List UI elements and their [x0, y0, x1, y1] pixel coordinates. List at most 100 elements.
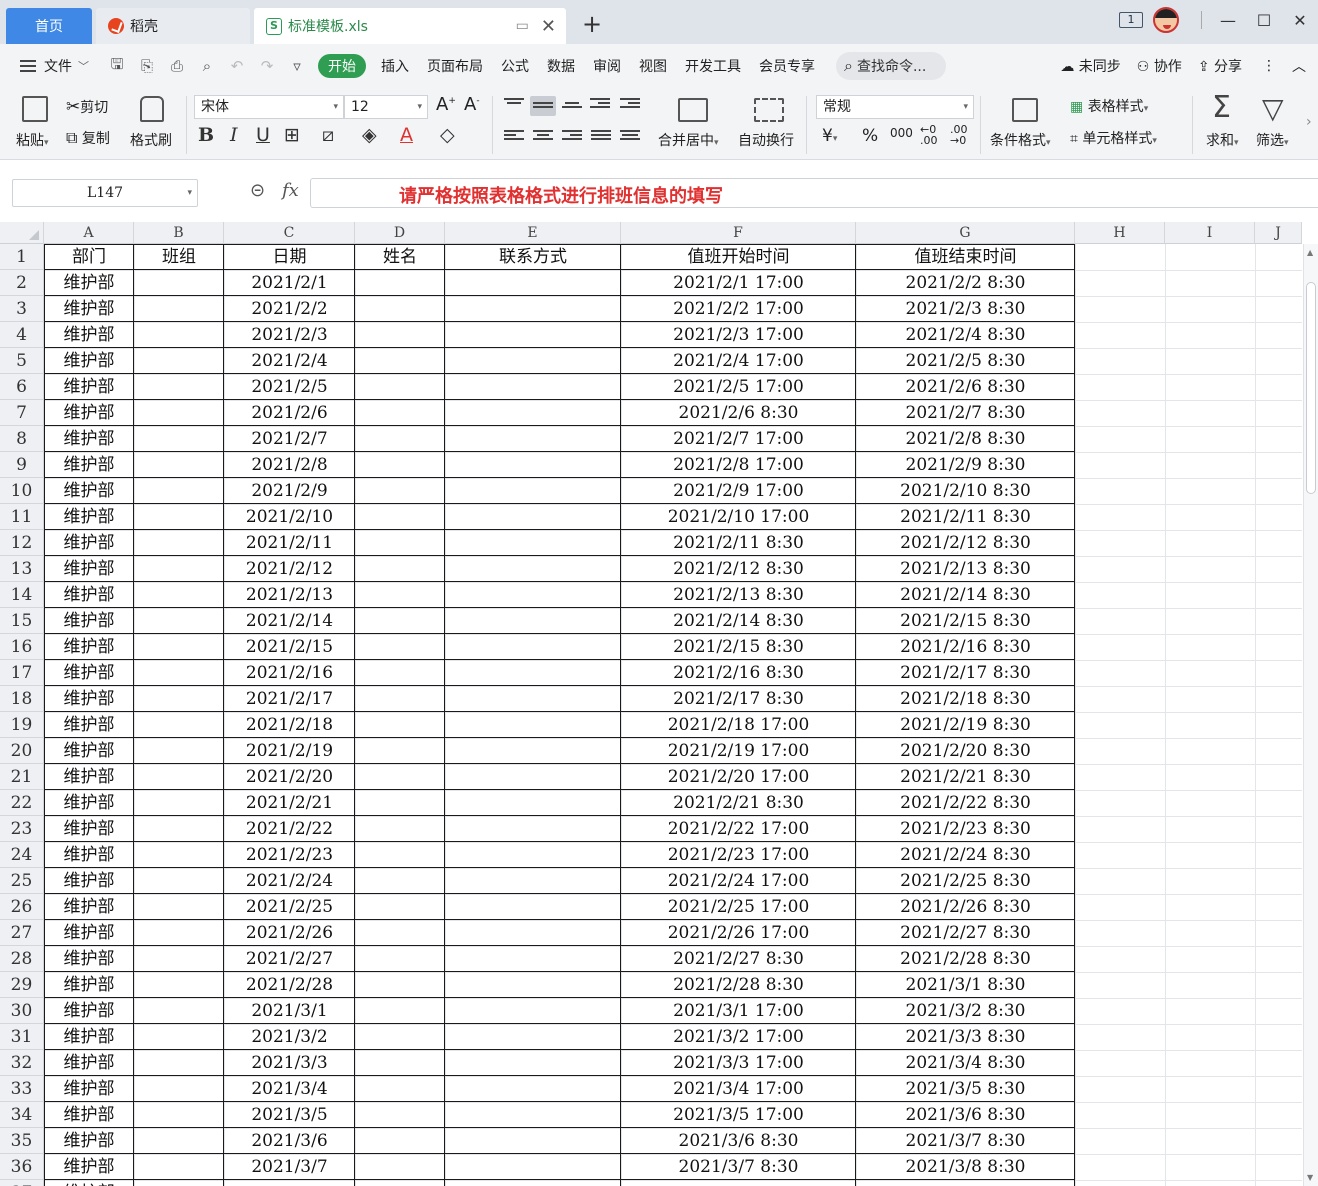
- cell-shift-start[interactable]: 2021/2/9 17:00: [621, 478, 856, 504]
- header-cell[interactable]: 部门: [44, 244, 134, 270]
- cell-shift-start[interactable]: 2021/2/16 8:30: [621, 660, 856, 686]
- decrease-decimal-icon[interactable]: .00 →0: [950, 124, 968, 146]
- cell-shift-end[interactable]: 2021/2/3 8:30: [856, 296, 1075, 322]
- cell-department[interactable]: 维护部: [44, 816, 134, 842]
- cell-shift-end[interactable]: 2021/3/8 8:30: [856, 1154, 1075, 1180]
- paste-icon[interactable]: [22, 96, 48, 122]
- scroll-up-icon[interactable]: ▲: [1307, 248, 1313, 257]
- cell-shift-start[interactable]: 2021/2/5 17:00: [621, 374, 856, 400]
- cell-shift-end[interactable]: 2021/2/5 8:30: [856, 348, 1075, 374]
- cell-department[interactable]: 维护部: [44, 686, 134, 712]
- percent-icon[interactable]: %: [862, 126, 878, 146]
- cell-shift-end[interactable]: 2021/2/27 8:30: [856, 920, 1075, 946]
- cell-department[interactable]: 维护部: [44, 894, 134, 920]
- row-header-37[interactable]: 37: [0, 1180, 44, 1186]
- vertical-scrollbar[interactable]: ▲ ▼: [1303, 244, 1318, 1186]
- cell-department[interactable]: 维护部: [44, 868, 134, 894]
- cell-shift-end[interactable]: 2021/2/18 8:30: [856, 686, 1075, 712]
- decrease-font-icon[interactable]: A-: [464, 94, 480, 115]
- cell-date[interactable]: 2021/2/3: [224, 322, 355, 348]
- cell-shift-start[interactable]: 2021/3/7 8:30: [621, 1154, 856, 1180]
- cell-date[interactable]: 2021/2/18: [224, 712, 355, 738]
- cell-date[interactable]: 2021/2/23: [224, 842, 355, 868]
- cell-shift-start[interactable]: 2021/2/8 17:00: [621, 452, 856, 478]
- command-search[interactable]: ⌕ 查找命令...: [836, 52, 946, 80]
- column-header-b[interactable]: B: [134, 222, 224, 244]
- cell-date[interactable]: 2021/3/5: [224, 1102, 355, 1128]
- format-painter-button[interactable]: 格式刷: [130, 130, 172, 150]
- row-header-9[interactable]: 9: [0, 452, 44, 478]
- cell-shift-start[interactable]: 2021/2/19 17:00: [621, 738, 856, 764]
- row-header-7[interactable]: 7: [0, 400, 44, 426]
- row-header-36[interactable]: 36: [0, 1154, 44, 1180]
- merge-center-button[interactable]: 合并居中▾: [658, 130, 719, 150]
- cell-shift-end[interactable]: 2021/3/3 8:30: [856, 1024, 1075, 1050]
- row-header-18[interactable]: 18: [0, 686, 44, 712]
- row-header-34[interactable]: 34: [0, 1102, 44, 1128]
- cell-shift-start[interactable]: 2021/3/6 8:30: [621, 1128, 856, 1154]
- row-header-10[interactable]: 10: [0, 478, 44, 504]
- tab-member[interactable]: 会员专享: [750, 56, 824, 76]
- tab-formulas[interactable]: 公式: [492, 56, 538, 76]
- cell-department[interactable]: 维护部: [44, 296, 134, 322]
- column-header-j[interactable]: J: [1255, 222, 1302, 244]
- cell-department[interactable]: 维护部: [44, 1180, 134, 1186]
- cell-date[interactable]: 2021/3/3: [224, 1050, 355, 1076]
- row-header-8[interactable]: 8: [0, 426, 44, 452]
- cell-department[interactable]: 维护部: [44, 764, 134, 790]
- cell-shift-start[interactable]: 2021/2/7 17:00: [621, 426, 856, 452]
- header-cell[interactable]: 日期: [224, 244, 355, 270]
- float-window-icon[interactable]: ▭: [516, 18, 529, 34]
- cell-shift-end[interactable]: 2021/2/25 8:30: [856, 868, 1075, 894]
- column-header-c[interactable]: C: [224, 222, 355, 244]
- row-header-19[interactable]: 19: [0, 712, 44, 738]
- cell-department[interactable]: 维护部: [44, 920, 134, 946]
- cell-shift-end[interactable]: 2021/3/6 8:30: [856, 1102, 1075, 1128]
- paste-button[interactable]: 粘贴▾: [16, 130, 49, 150]
- align-top-icon[interactable]: [504, 98, 524, 112]
- tab-developer[interactable]: 开发工具: [676, 56, 750, 76]
- thousands-separator-icon[interactable]: 000: [890, 126, 913, 140]
- cell-shift-end[interactable]: 2021/2/14 8:30: [856, 582, 1075, 608]
- cell-shift-start[interactable]: 2021/2/28 8:30: [621, 972, 856, 998]
- cell-date[interactable]: 2021/2/28: [224, 972, 355, 998]
- cell-date[interactable]: 2021/2/2: [224, 296, 355, 322]
- cell-department[interactable]: 维护部: [44, 972, 134, 998]
- cell-date[interactable]: 2021/2/5: [224, 374, 355, 400]
- table-style-button[interactable]: ▦ 表格样式▾: [1070, 96, 1148, 116]
- cell-date[interactable]: 2021/2/19: [224, 738, 355, 764]
- cell-shift-start[interactable]: 2021/2/12 8:30: [621, 556, 856, 582]
- cell-date[interactable]: 2021/2/20: [224, 764, 355, 790]
- cell-shift-start[interactable]: 2021/2/6 8:30: [621, 400, 856, 426]
- new-tab-button[interactable]: +: [582, 10, 602, 38]
- cell-date[interactable]: 2021/2/8: [224, 452, 355, 478]
- formula-input[interactable]: 请严格按照表格格式进行排班信息的填写: [310, 178, 1318, 208]
- cell-shift-end[interactable]: 2021/2/7 8:30: [856, 400, 1075, 426]
- column-header-i[interactable]: I: [1165, 222, 1255, 244]
- row-header-29[interactable]: 29: [0, 972, 44, 998]
- row-header-17[interactable]: 17: [0, 660, 44, 686]
- row-header-32[interactable]: 32: [0, 1050, 44, 1076]
- cell-department[interactable]: 维护部: [44, 348, 134, 374]
- cell-department[interactable]: 维护部: [44, 1154, 134, 1180]
- zoom-formula-icon[interactable]: ⊝: [250, 180, 265, 201]
- font-color-icon[interactable]: A: [400, 124, 413, 146]
- tab-document[interactable]: S 标准模板.xls ▭ ✕: [254, 8, 566, 44]
- more-options-icon[interactable]: ⋮: [1250, 58, 1288, 74]
- cell-shift-start[interactable]: 2021/3/5 17:00: [621, 1102, 856, 1128]
- cell-shift-end[interactable]: 2021/2/2 8:30: [856, 270, 1075, 296]
- cut-button[interactable]: ✂剪切: [66, 97, 108, 117]
- cell-date[interactable]: 2021/2/7: [224, 426, 355, 452]
- cell-department[interactable]: 维护部: [44, 504, 134, 530]
- collapse-ribbon-icon[interactable]: ︿: [1288, 56, 1318, 76]
- align-left-icon[interactable]: [504, 130, 524, 144]
- cell-date[interactable]: 2021/2/11: [224, 530, 355, 556]
- cell-department[interactable]: 维护部: [44, 842, 134, 868]
- borders-icon[interactable]: ⊞: [284, 124, 300, 146]
- avatar[interactable]: [1153, 7, 1179, 33]
- header-cell[interactable]: 值班开始时间: [621, 244, 856, 270]
- copy-button[interactable]: ⧉ 复制: [66, 128, 110, 148]
- cell-date[interactable]: 2021/2/17: [224, 686, 355, 712]
- cell-date[interactable]: 2021/2/9: [224, 478, 355, 504]
- spreadsheet-grid[interactable]: ▲ ▼ A B C D E F G H I J 1 2 3 4 5 6 7 8 9 10 11 12 13 14 15 16 17 1…: [0, 222, 1318, 1186]
